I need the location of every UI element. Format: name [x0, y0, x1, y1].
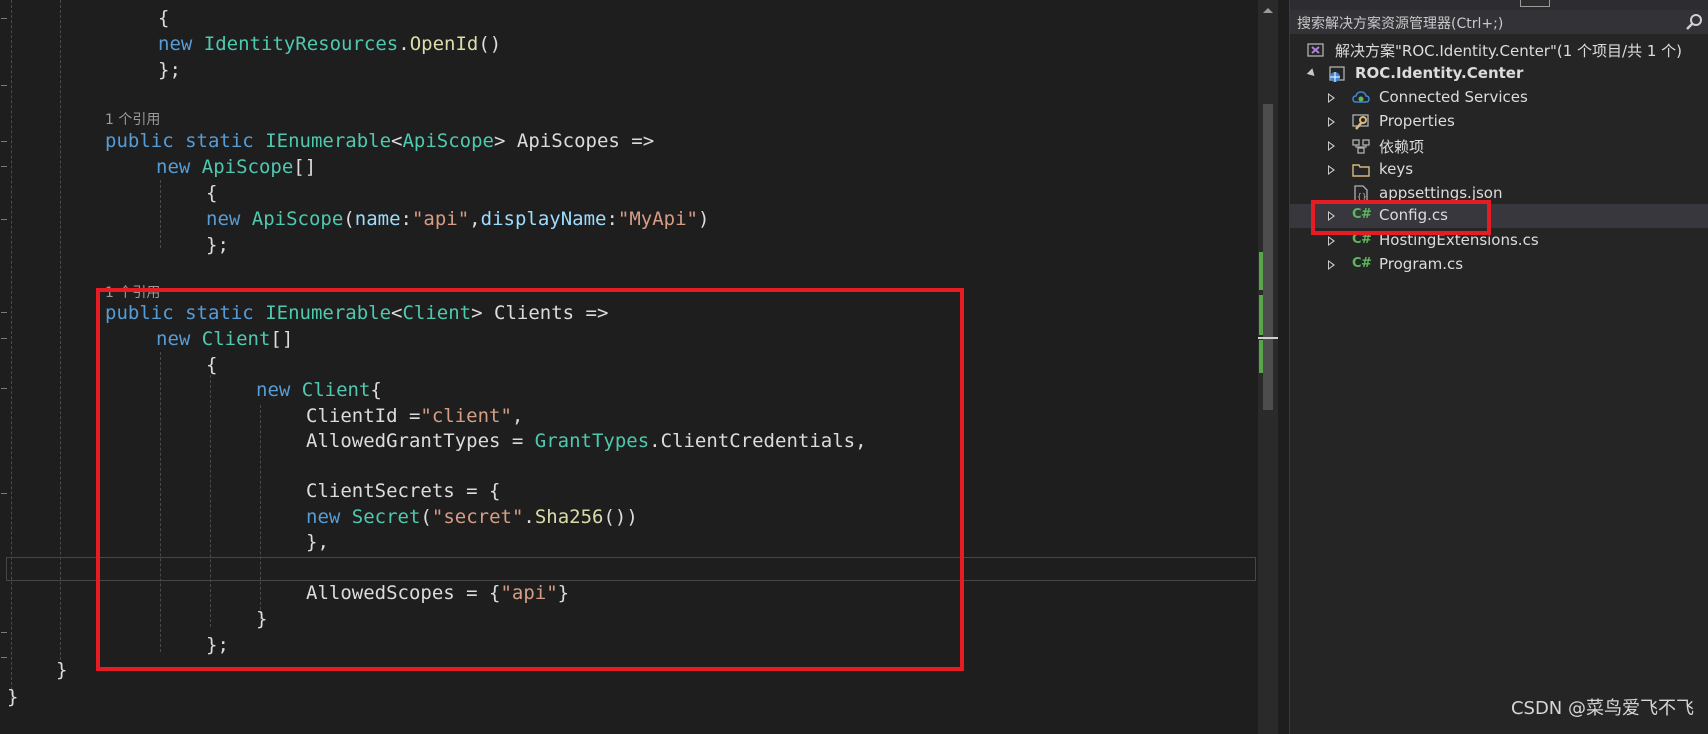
folder-icon: [1352, 164, 1370, 177]
scroll-up-arrow-icon[interactable]: [1258, 2, 1278, 18]
collapsed-arrow-icon[interactable]: [1328, 93, 1335, 103]
tree-item-label: keys: [1379, 160, 1414, 178]
panel-splitter[interactable]: [1278, 0, 1290, 734]
search-icon[interactable]: [1684, 12, 1704, 32]
code-line[interactable]: {: [206, 180, 217, 206]
solution-explorer: 搜索解决方案资源管理器(Ctrl+;) 解决方案"ROC.Identity.Ce…: [1290, 0, 1708, 734]
code-line[interactable]: {: [158, 5, 169, 31]
indent-guide: [11, 0, 12, 700]
code-editor[interactable]: { new IdentityResources.OpenId() }; 1 个引…: [0, 0, 1258, 734]
code-line[interactable]: }: [7, 684, 18, 710]
fold-marker[interactable]: [1, 219, 7, 220]
collapsed-arrow-icon[interactable]: [1328, 165, 1335, 175]
change-marker: [1259, 295, 1263, 335]
search-placeholder: 搜索解决方案资源管理器(Ctrl+;): [1297, 16, 1504, 32]
collapsed-arrow-icon[interactable]: [1328, 117, 1335, 127]
web-project-icon: [1329, 66, 1345, 82]
scrollbar-thumb[interactable]: [1263, 104, 1273, 410]
dependencies-icon: [1352, 139, 1370, 154]
code-line[interactable]: };: [158, 57, 181, 83]
tree-item-label: 依赖项: [1379, 138, 1425, 156]
fold-marker[interactable]: [1, 632, 7, 633]
toolbar-button[interactable]: [1520, 0, 1550, 7]
tree-item-program-cs[interactable]: C# Program.cs: [1290, 253, 1708, 277]
solution-label: 解决方案"ROC.Identity.Center"(1 个项目/共 1 个): [1335, 42, 1683, 60]
csharp-file-icon: C#: [1352, 256, 1372, 271]
project-label: ROC.Identity.Center: [1355, 64, 1524, 82]
collapsed-arrow-icon[interactable]: [1328, 236, 1335, 246]
code-lens-references[interactable]: 1 个引用: [105, 110, 160, 130]
fold-marker[interactable]: [1, 166, 7, 167]
code-line[interactable]: new ApiScope(name:"api",displayName:"MyA…: [206, 206, 709, 232]
fold-marker[interactable]: [1, 85, 7, 86]
change-marker: [1259, 340, 1263, 373]
indent-guide: [160, 180, 161, 248]
tree-item-label: Program.cs: [1379, 255, 1464, 273]
wrench-icon: [1352, 114, 1369, 130]
change-marker: [1259, 252, 1263, 290]
tree-item-project[interactable]: ROC.Identity.Center: [1290, 62, 1708, 86]
code-line[interactable]: }: [56, 657, 67, 683]
tree-item-properties[interactable]: Properties: [1290, 110, 1708, 134]
collapsed-arrow-icon[interactable]: [1328, 260, 1335, 270]
code-line[interactable]: public static IEnumerable<ApiScope> ApiS…: [105, 128, 654, 154]
fold-marker[interactable]: [1, 141, 7, 142]
code-line[interactable]: };: [206, 232, 229, 258]
tree-item-dependencies[interactable]: 依赖项: [1290, 134, 1708, 158]
code-highlight-box: [96, 288, 964, 671]
fold-marker[interactable]: [1, 657, 7, 658]
fold-marker[interactable]: [1, 312, 7, 313]
tree-item-label: Connected Services: [1379, 88, 1528, 106]
config-highlight-box: [1311, 200, 1491, 235]
tree-item-label: Properties: [1379, 112, 1455, 130]
watermark: CSDN @菜鸟爱飞不飞: [1510, 698, 1694, 719]
fold-marker[interactable]: [1, 18, 7, 19]
scroll-position-marker: [1258, 337, 1278, 339]
tree-item-connected-services[interactable]: Connected Services: [1290, 86, 1708, 110]
solution-icon: [1307, 43, 1324, 57]
editor-vertical-scrollbar[interactable]: [1258, 0, 1278, 734]
fold-marker[interactable]: [1, 493, 7, 494]
solution-explorer-search-input[interactable]: 搜索解决方案资源管理器(Ctrl+;): [1290, 10, 1708, 34]
code-line[interactable]: new IdentityResources.OpenId(): [158, 31, 501, 57]
fold-marker[interactable]: [1, 338, 7, 339]
collapsed-arrow-icon[interactable]: [1328, 141, 1335, 151]
expanded-arrow-icon[interactable]: [1306, 68, 1318, 79]
fold-marker[interactable]: [1, 388, 7, 389]
connected-services-icon: [1352, 91, 1370, 103]
tree-item-keys-folder[interactable]: keys: [1290, 158, 1708, 182]
toolbar-edge: [1290, 0, 1708, 10]
tree-item-solution[interactable]: 解决方案"ROC.Identity.Center"(1 个项目/共 1 个): [1290, 38, 1708, 62]
code-line[interactable]: new ApiScope[]: [156, 154, 316, 180]
